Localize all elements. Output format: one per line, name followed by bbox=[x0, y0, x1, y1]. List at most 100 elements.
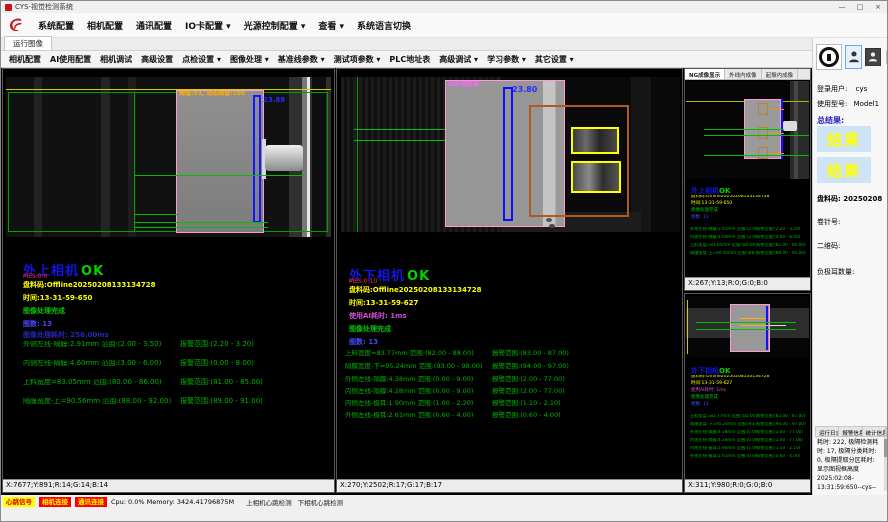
qr-code-label: 二维码: bbox=[817, 241, 840, 251]
measure-row: 隔膜宽度-上=90.56mm 范围:(88.00 - 92.00)报警范围:(8… bbox=[690, 251, 806, 255]
result-badge-bottom: 结果 bbox=[817, 157, 871, 183]
tool-image-processing[interactable]: 图像处理 ▾ bbox=[230, 54, 269, 65]
menu-item-camera-config[interactable]: 相机配置 bbox=[87, 19, 123, 32]
pause-button[interactable] bbox=[816, 44, 842, 70]
measure-row: 上料宽度=83.05mm 范围:(80.00 - 86.00)报警范围:(81.… bbox=[690, 243, 806, 247]
tool-plc-table[interactable]: PLC地址表 bbox=[389, 54, 430, 65]
tool-test-params[interactable]: 测试项参数 ▾ bbox=[334, 54, 381, 65]
alarm-range: 报警范围:(83.00 - 87.00) bbox=[492, 350, 569, 357]
guide-green-vline bbox=[134, 92, 135, 232]
tool-baseline-params[interactable]: 基准线参数 ▾ bbox=[278, 54, 325, 65]
measure-value: 内侧左线-隔膜:4.60mm 范围:(3.00 - 6.00) bbox=[690, 235, 756, 239]
total-result-label: 总结果: bbox=[817, 115, 844, 126]
menu-item-view[interactable]: 查看 ▾ bbox=[318, 19, 344, 32]
close-button[interactable]: × bbox=[873, 3, 883, 11]
measure-row: 上料宽度=83.05mm 范围:(80.00 - 86.00)报警范围:(81.… bbox=[23, 379, 263, 386]
menu-item-comm-config[interactable]: 通讯配置 bbox=[136, 19, 172, 32]
guide-green-vline bbox=[357, 77, 358, 232]
negative-tab-count-label: 负极耳数量: bbox=[817, 267, 854, 277]
tool-strip: 相机配置 AI使用配置 相机调试 高级设置 点检设置 ▾ 图像处理 ▾ 基准线参… bbox=[1, 51, 812, 68]
tab-alarm-info[interactable]: 报警信息 bbox=[839, 427, 862, 436]
model-value[interactable]: Model1 bbox=[854, 100, 879, 108]
measure-green-hline bbox=[704, 155, 809, 156]
measure-row: 内侧左线-极耳:1.90mm 范围:(1.00 - 2.20)报警范围:(1.1… bbox=[690, 446, 800, 450]
second-mini-image[interactable] bbox=[686, 296, 809, 358]
tab-ng-display[interactable]: NG成像显示 bbox=[685, 69, 725, 79]
roi-orange-rect bbox=[758, 103, 768, 115]
image-band bbox=[631, 77, 651, 232]
time-line: 时间:13-31-59-650 bbox=[691, 202, 732, 207]
tool-advanced-settings[interactable]: 高级设置 bbox=[141, 54, 173, 65]
measure-value: 外侧左线-隔膜:4.38mm 范围:(0.00 - 9.00) bbox=[690, 430, 756, 434]
measure-green-hline bbox=[704, 129, 784, 130]
blue-measure-label: 23.80 bbox=[512, 86, 537, 94]
tool-ai-config[interactable]: AI使用配置 bbox=[50, 54, 91, 65]
minimize-button[interactable]: — bbox=[837, 3, 847, 11]
upper-camera-heartbeat-link[interactable]: 上相机心跳检测 bbox=[246, 497, 292, 507]
measure-value: 上料宽度=83.05mm 范围:(80.00 - 86.00) bbox=[690, 243, 756, 247]
barcode-line: 盘料码:Offline20250208133134728 bbox=[349, 287, 482, 294]
measure-row: 外侧左线-极耳:2.61mm 范围:(0.60 - 4.00)报警范围:(0.6… bbox=[345, 412, 561, 419]
tab-run-image[interactable]: 运行图像 bbox=[4, 36, 52, 50]
menu-item-system-config[interactable]: 系统配置 bbox=[38, 19, 74, 32]
tab-stats-info[interactable]: 统计信息 bbox=[863, 427, 886, 436]
tab-outer-inner-image[interactable]: 外线内成像 bbox=[725, 69, 762, 79]
measure-green-hline bbox=[134, 214, 178, 215]
tab-vibration-inner-image[interactable]: 起振内成像 bbox=[762, 69, 799, 79]
login-user-button[interactable] bbox=[845, 45, 862, 69]
measure-row: 外侧左线-隔膜:4.38mm 范围:(0.00 - 9.00)报警范围:(2.0… bbox=[345, 376, 565, 383]
alarm-range: 报警范围:(2.00 - 77.00) bbox=[756, 430, 803, 434]
measure-value: 内侧左线-隔膜:4.60mm 范围:(3.00 - 6.00) bbox=[23, 360, 180, 367]
lower-camera-heartbeat-link[interactable]: 下相机心跳检测 bbox=[298, 497, 344, 507]
heartbeat-badge: 心跳信号 bbox=[3, 497, 35, 507]
roi-yellow-rect bbox=[571, 127, 619, 154]
login-user-value[interactable]: cys bbox=[856, 85, 868, 93]
log-scrollbar[interactable] bbox=[884, 437, 887, 491]
tool-other-settings[interactable]: 其它设置 ▾ bbox=[535, 54, 574, 65]
ai-time-line: 使用AI耗时: 1ms bbox=[691, 389, 726, 394]
sidebar-button-row bbox=[816, 44, 888, 70]
login-user-row: 登录用户: cys bbox=[817, 84, 867, 94]
window-title: CYS-视觉检测系统 bbox=[15, 2, 73, 12]
measure-row: 隔膜宽度-上=90.56mm 范围:(88.00 - 92.00)报警范围:(8… bbox=[23, 398, 263, 405]
model-row: 使用型号: Model1 bbox=[817, 99, 879, 109]
left-camera-image[interactable]: 阈值:93, 动态阈值:100 23.88 bbox=[6, 77, 331, 237]
login-user-label: 登录用户: bbox=[817, 85, 847, 93]
tool-camera-debug[interactable]: 相机调试 bbox=[100, 54, 132, 65]
exit-button[interactable] bbox=[884, 47, 888, 67]
brand-logo-icon bbox=[7, 16, 25, 34]
pixel-coords-bar: X:311;Y:980;R:0;G:0;B:0 bbox=[685, 479, 810, 492]
ng-mini-image[interactable] bbox=[686, 81, 809, 179]
roi-blue-rect bbox=[503, 87, 513, 221]
menu-item-io-config[interactable]: IO卡配置 ▾ bbox=[185, 19, 231, 32]
ng-tab-strip: NG成像显示 外线内成像 起振内成像 bbox=[685, 69, 810, 80]
user-switch-button[interactable] bbox=[865, 48, 881, 66]
measure-row: 隔膜宽度-下=95.24mm 范围:(93.00 - 98.00)报警范围:(9… bbox=[345, 363, 569, 370]
ai-region-label: AI处理区域 bbox=[448, 82, 479, 88]
measure-row: 外侧左线-隔膜:4.38mm 范围:(0.00 - 9.00)报警范围:(2.0… bbox=[690, 430, 803, 434]
measure-value: 上料宽度=83.77mm 范围:(82.00 - 88.00) bbox=[345, 350, 492, 357]
result-badge-top: 结果 bbox=[817, 126, 871, 152]
pause-icon bbox=[819, 47, 839, 67]
blue-measure-label: 23.88 bbox=[263, 97, 285, 104]
roi-orange-rect bbox=[758, 147, 768, 159]
second-mini-panel: 外下相机OK 盘料码:Offline20250208133134728 时间:1… bbox=[684, 293, 811, 493]
measure-value: 隔膜宽度-下=95.24mm 范围:(93.00 - 98.00) bbox=[690, 422, 756, 426]
tool-learning-params[interactable]: 学习参数 ▾ bbox=[487, 54, 526, 65]
tool-spot-check[interactable]: 点检设置 ▾ bbox=[182, 54, 221, 65]
alarm-range: 报警范围:(81.00 - 85.00) bbox=[756, 243, 806, 247]
maximize-button[interactable]: □ bbox=[855, 3, 865, 11]
menu-item-light-config[interactable]: 光源控制配置 ▾ bbox=[244, 19, 306, 32]
right-sidebar: 登录用户: cys 使用型号: Model1 总结果: 结果 结果 盘料码: 2… bbox=[812, 38, 888, 495]
tab-run-log[interactable]: 运行日志 bbox=[816, 427, 839, 436]
menu-item-language[interactable]: 系统语言切换 bbox=[357, 19, 411, 32]
tool-camera-config[interactable]: 相机配置 bbox=[9, 54, 41, 65]
alarm-range: 报警范围:(1.10 - 2.10) bbox=[756, 446, 800, 450]
log-text: 耗时: 222, 极隔检测耗时: 17, 极隔分类耗时: 0, 极隔提取分区耗时… bbox=[817, 439, 878, 491]
tool-advanced-debug[interactable]: 高级调试 ▾ bbox=[439, 54, 478, 65]
alarm-range: 报警范围:(0.00 - 8.00) bbox=[756, 235, 800, 239]
alarm-range: 报警范围:(89.00 - 91.00) bbox=[756, 251, 806, 255]
middle-camera-image[interactable]: AI处理区域 23.80 bbox=[341, 77, 680, 232]
result-ok-badge: OK bbox=[719, 367, 730, 375]
measure-green-hline bbox=[704, 135, 809, 136]
